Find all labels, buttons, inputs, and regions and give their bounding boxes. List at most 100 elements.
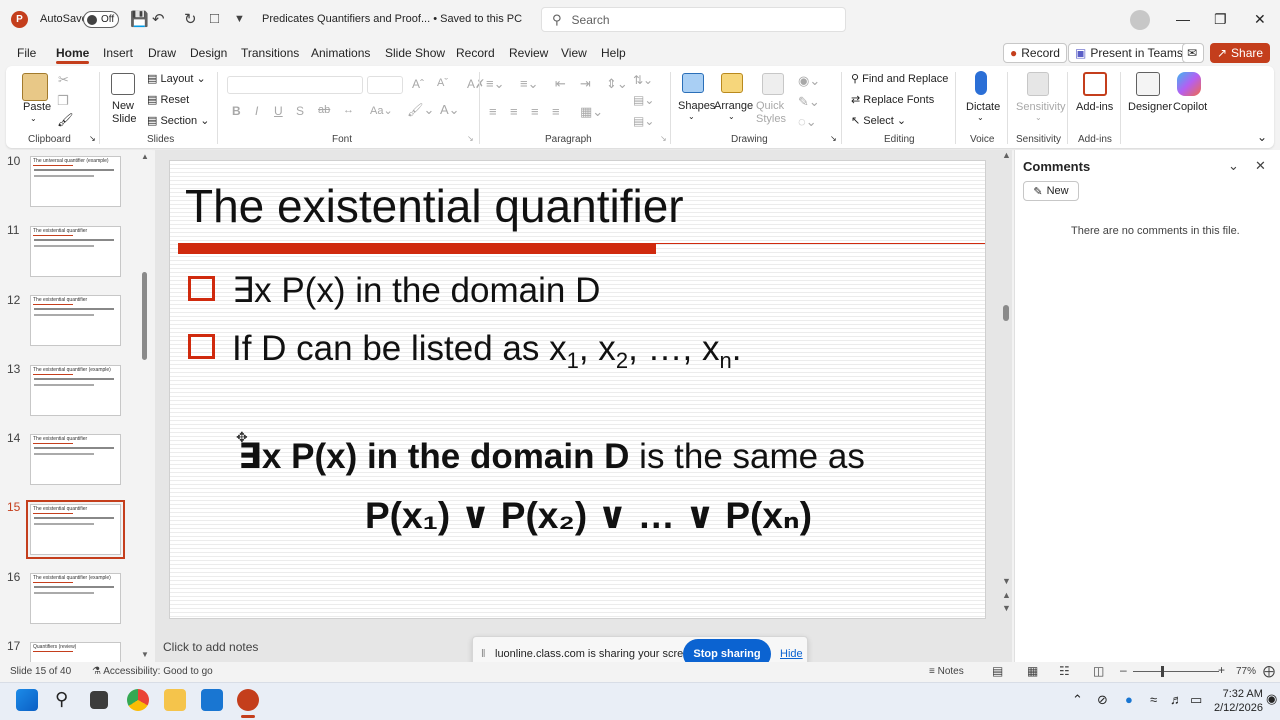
paste-icon[interactable] — [22, 73, 48, 101]
windows-start-icon[interactable] — [16, 689, 38, 711]
hide-link[interactable]: Hide — [780, 648, 803, 660]
chrome-icon[interactable] — [127, 689, 149, 711]
zoom-in-icon[interactable]: + — [1218, 663, 1225, 677]
clipboard-launcher-icon[interactable]: ↘ — [89, 134, 96, 143]
zoom-out-icon[interactable]: – — [1120, 663, 1127, 677]
smartart-icon[interactable]: ▤⌄ — [633, 114, 654, 128]
align-right-icon[interactable]: ≡ — [531, 104, 539, 119]
font-launcher-icon[interactable]: ↘ — [467, 134, 474, 143]
copilot-icon[interactable] — [1177, 72, 1201, 96]
previous-slide-icon[interactable]: ▲ — [1002, 590, 1011, 600]
customize-qat-icon[interactable]: ▼ — [234, 13, 245, 25]
present-in-teams-button[interactable]: ▣ Present in Teams — [1068, 43, 1190, 63]
tab-home[interactable]: Home — [56, 46, 90, 64]
increase-font-icon[interactable]: Aˆ — [412, 77, 424, 91]
increase-indent-icon[interactable]: ⇥ — [580, 76, 591, 92]
slide-thumbnail-selected[interactable]: The existential quantifier — [26, 500, 125, 559]
bullets-icon[interactable]: ≡⌄ — [486, 76, 504, 92]
font-size-combo[interactable] — [367, 76, 403, 94]
tab-draw[interactable]: Draw — [148, 46, 176, 60]
record-button[interactable]: ● Record — [1003, 43, 1067, 63]
editor-scroll-down-icon[interactable]: ▼ — [1002, 576, 1011, 586]
outlook-icon[interactable] — [201, 689, 223, 711]
slide-thumbnail[interactable]: Quantifiers (review) — [30, 642, 121, 662]
slide-thumbnail[interactable]: The existential quantifier — [30, 295, 121, 346]
system-tray-chevron-icon[interactable]: ⌃ — [1072, 692, 1083, 708]
sensitivity-button[interactable]: Sensitivity — [1016, 101, 1066, 113]
columns-icon[interactable]: ▦⌄ — [580, 104, 603, 120]
shape-outline-icon[interactable]: ✎⌄ — [798, 94, 820, 110]
tab-insert[interactable]: Insert — [103, 46, 133, 60]
tab-help[interactable]: Help — [601, 46, 626, 60]
new-slide-icon[interactable] — [111, 73, 135, 95]
replace-fonts-button[interactable]: ⇄ Replace Fonts — [851, 93, 934, 106]
numbering-icon[interactable]: ≡⌄ — [520, 76, 538, 92]
zoom-slider-track[interactable] — [1133, 671, 1219, 672]
designer-button[interactable]: Designer — [1128, 101, 1172, 113]
dictate-button[interactable]: Dictate — [966, 101, 1000, 113]
fit-slide-icon[interactable]: ⨁ — [1263, 664, 1275, 678]
sensitivity-dropdown-icon[interactable]: ⌄ — [1035, 113, 1042, 122]
notes-placeholder[interactable]: Click to add notes — [163, 640, 258, 654]
drag-handle-icon[interactable]: ‖ — [481, 648, 486, 660]
undo-icon[interactable]: ↶ — [152, 10, 165, 28]
align-left-icon[interactable]: ≡ — [489, 104, 497, 119]
comments-toggle-button[interactable]: ✉ — [1182, 43, 1204, 63]
equivalence-statement[interactable]: ∃x P(x) in the domain D is the same as — [238, 437, 865, 477]
italic-button[interactable]: I — [255, 104, 258, 118]
layout-button[interactable]: ▤ Layout ⌄ — [147, 72, 206, 85]
normal-view-icon[interactable]: ▤ — [992, 664, 1003, 678]
slide-thumbnail[interactable]: The existential quantifier (example) — [30, 365, 121, 416]
network-off-icon[interactable]: ⊘ — [1097, 692, 1108, 708]
align-text-icon[interactable]: ▤⌄ — [633, 93, 654, 107]
accessibility-status[interactable]: ⚗ Accessibility: Good to go — [92, 666, 213, 677]
tab-review[interactable]: Review — [509, 46, 548, 60]
thumbnail-scrollbar[interactable] — [142, 272, 147, 360]
tab-transitions[interactable]: Transitions — [241, 46, 299, 60]
slide-thumbnail[interactable]: The existential quantifier (example) — [30, 573, 121, 624]
next-slide-icon[interactable]: ▼ — [1002, 603, 1011, 613]
notification-bell-icon[interactable]: ◉ — [1266, 691, 1277, 707]
dictate-dropdown-icon[interactable]: ⌄ — [977, 113, 984, 122]
select-button[interactable]: ↖ Select ⌄ — [851, 114, 906, 127]
format-painter-icon[interactable]: 🖌 — [57, 112, 74, 128]
share-button[interactable]: ↗ Share — [1210, 43, 1270, 63]
text-shadow-button[interactable]: S — [296, 104, 304, 118]
drawing-launcher-icon[interactable]: ↘ — [830, 134, 837, 143]
paste-button[interactable]: Paste — [23, 101, 51, 113]
editor-scroll-up-icon[interactable]: ▲ — [1002, 150, 1011, 160]
designer-icon[interactable] — [1136, 72, 1160, 96]
arrange-dropdown-icon[interactable]: ⌄ — [728, 112, 735, 121]
powerpoint-taskbar-icon[interactable] — [237, 689, 259, 711]
autosave-toggle[interactable]: Off — [83, 11, 119, 28]
mic-tray-icon[interactable]: ● — [1125, 692, 1133, 707]
text-direction-icon[interactable]: ⇅⌄ — [633, 73, 653, 87]
minimize-icon[interactable]: — — [1176, 11, 1190, 27]
comments-close-icon[interactable]: ✕ — [1255, 158, 1266, 174]
battery-icon[interactable]: ▭ — [1190, 692, 1202, 708]
bullet-1-text[interactable]: ∃x P(x) in the domain D — [232, 271, 600, 311]
add-ins-icon[interactable] — [1083, 72, 1107, 96]
save-icon[interactable]: 💾 — [130, 10, 149, 28]
paragraph-launcher-icon[interactable]: ↘ — [660, 134, 667, 143]
slide-title[interactable]: The existential quantifier — [185, 179, 684, 233]
slide-thumbnail[interactable]: The existential quantifier — [30, 434, 121, 485]
char-spacing-icon[interactable]: ↔ — [343, 104, 354, 116]
cut-icon[interactable]: ✂ — [58, 72, 69, 88]
quick-styles-icon[interactable] — [762, 73, 784, 95]
new-comment-button[interactable]: ✎ New — [1023, 181, 1079, 201]
font-name-combo[interactable] — [227, 76, 363, 94]
reset-button[interactable]: ▤ Reset — [147, 93, 189, 106]
line-spacing-icon[interactable]: ⇕⌄ — [606, 76, 628, 92]
volume-icon[interactable]: ♬ — [1170, 692, 1183, 707]
section-button[interactable]: ▤ Section ⌄ — [147, 114, 209, 127]
task-view-icon[interactable] — [90, 691, 108, 709]
comments-options-icon[interactable]: ⌄ — [1228, 158, 1239, 174]
zoom-level[interactable]: 77% — [1236, 666, 1256, 677]
disjunction-expression[interactable]: P(x₁) ∨ P(x₂) ∨ … ∨ P(xₙ) — [365, 494, 812, 537]
quick-styles-button[interactable]: Quick Styles — [756, 100, 786, 126]
file-explorer-icon[interactable] — [164, 689, 186, 711]
notes-button[interactable]: ≡ Notes — [929, 666, 964, 677]
new-slide-button[interactable]: New Slide — [112, 100, 136, 126]
arrange-button[interactable]: Arrange — [714, 100, 753, 112]
